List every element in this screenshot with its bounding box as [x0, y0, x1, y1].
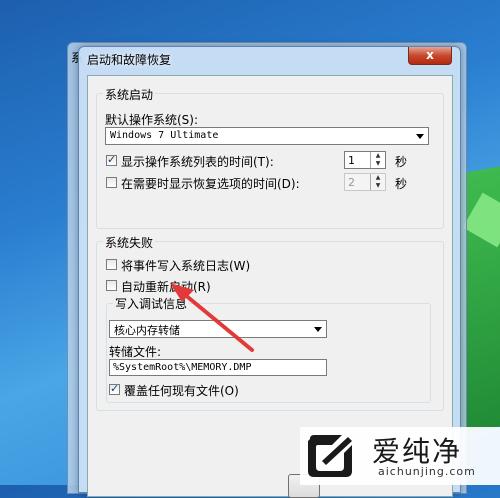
overwrite-label: 覆盖任何现有文件(O): [124, 384, 239, 398]
watermark-logo: 爱纯净 aichunjing.com: [300, 427, 500, 485]
default-os-value: Windows 7 Ultimate: [110, 130, 219, 141]
write-event-checkbox[interactable]: [106, 259, 117, 270]
watermark-brand-text: 爱纯净: [372, 435, 463, 468]
default-os-select[interactable]: Windows 7 Ultimate: [105, 127, 429, 145]
default-os-label: 默认操作系统(S):: [105, 113, 199, 127]
brand-logo-icon: [308, 435, 352, 477]
write-event-label: 将事件写入系统日志(W): [121, 259, 251, 273]
chevron-down-icon: [416, 134, 424, 139]
chevron-down-icon: [314, 327, 322, 332]
spin-down-icon[interactable]: ▼: [371, 160, 385, 168]
dump-file-input[interactable]: %SystemRoot%\MEMORY.DMP: [109, 359, 327, 376]
show-recovery-value: 2: [348, 176, 355, 189]
auto-restart-checkbox[interactable]: [106, 280, 117, 291]
debug-type-select[interactable]: 核心内存转储: [109, 320, 327, 338]
startup-recovery-dialog: 启动和故障恢复 x 系统启动 默认操作系统(S): Windows 7 Ulti…: [78, 46, 461, 498]
dialog-title: 启动和故障恢复: [87, 53, 172, 67]
show-recovery-seconds[interactable]: 2 ▲ ▼: [344, 173, 386, 191]
show-os-list-unit: 秒: [395, 155, 408, 169]
system-startup-label: 系统启动: [103, 86, 156, 103]
show-os-list-value: 1: [348, 154, 355, 167]
auto-restart-label: 自动重新启动(R): [121, 280, 211, 294]
debug-type-value: 核心内存转储: [114, 324, 180, 337]
show-os-list-checkbox[interactable]: [106, 153, 117, 166]
system-failure-label: 系统失败: [103, 234, 156, 251]
spin-up-icon[interactable]: ▲: [371, 174, 385, 182]
dialog-titlebar[interactable]: 启动和故障恢复 x: [79, 47, 460, 69]
close-button[interactable]: x: [408, 47, 452, 65]
spinner-buttons-disabled[interactable]: ▲ ▼: [370, 174, 385, 190]
spinner-buttons[interactable]: ▲ ▼: [370, 152, 385, 168]
debug-info-label: 写入调试信息: [113, 295, 190, 312]
spin-up-icon[interactable]: ▲: [371, 152, 385, 160]
show-recovery-checkbox[interactable]: [106, 177, 117, 188]
show-recovery-label: 在需要时显示恢复选项的时间(D):: [121, 177, 300, 191]
spin-down-icon[interactable]: ▼: [371, 182, 385, 190]
dump-file-value: %SystemRoot%\MEMORY.DMP: [113, 362, 252, 373]
show-os-list-seconds[interactable]: 1 ▲ ▼: [344, 151, 386, 169]
overwrite-checkbox[interactable]: [109, 382, 120, 395]
show-os-list-label: 显示操作系统列表的时间(T):: [121, 155, 274, 169]
watermark-url: aichunjing.com: [378, 465, 476, 478]
show-recovery-unit: 秒: [395, 177, 408, 191]
dump-file-label: 转储文件:: [109, 345, 162, 359]
